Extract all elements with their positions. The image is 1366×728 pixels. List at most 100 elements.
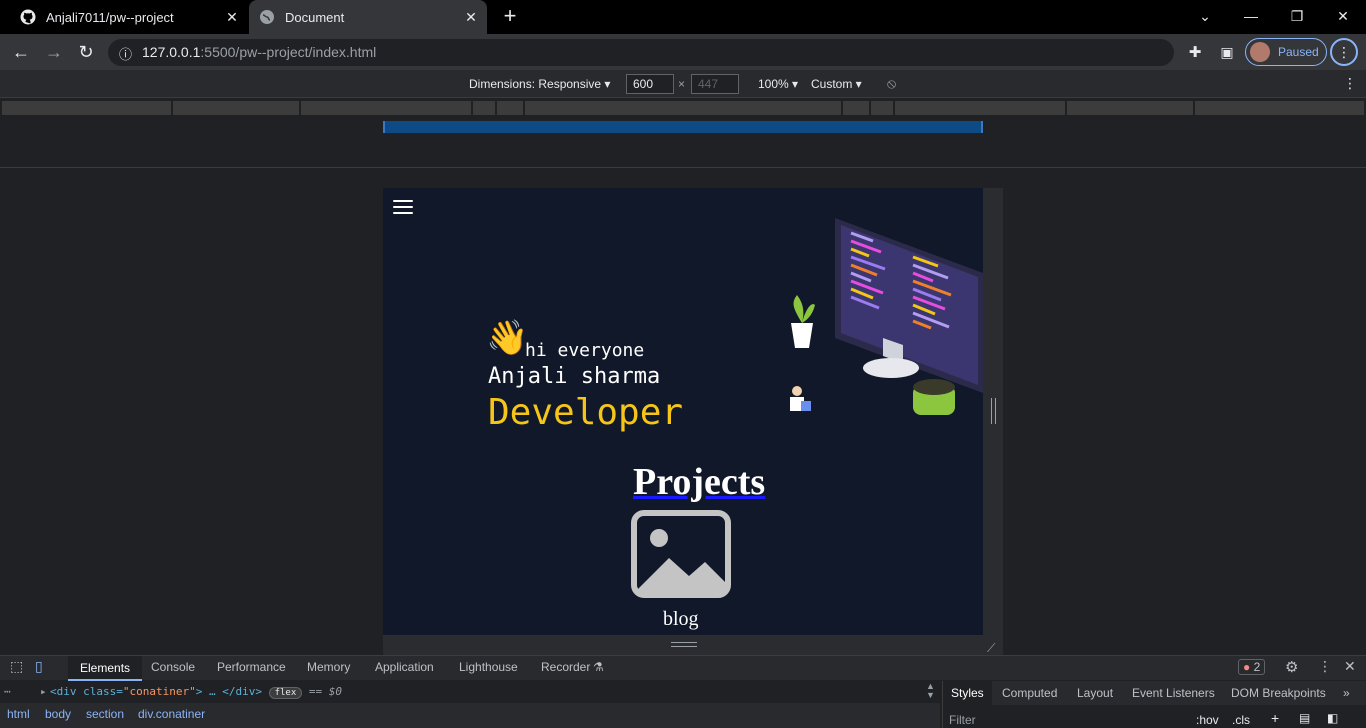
tab-elements[interactable]: Elements <box>68 656 143 681</box>
dimensions-select[interactable]: Dimensions: Responsive ▾ <box>469 77 610 91</box>
throttle-select[interactable]: Custom ▾ <box>811 77 862 91</box>
more-options-icon[interactable]: ⋮ <box>1343 75 1357 92</box>
media-query-segment[interactable] <box>895 101 1065 115</box>
media-query-segment[interactable] <box>871 101 893 115</box>
print-media-icon[interactable]: ▤ <box>1299 711 1310 725</box>
site-info-icon[interactable]: ⓘ <box>119 44 132 63</box>
url-text: 127.0.0.1:5500/pw--project/index.html <box>142 44 376 60</box>
tab-github[interactable]: Anjali7011/pw--project ✕ <box>0 0 248 34</box>
media-query-segment[interactable] <box>525 101 841 115</box>
tab-event-listeners[interactable]: Event Listeners <box>1132 686 1215 700</box>
media-query-segment[interactable] <box>473 101 495 115</box>
side-panel-icon[interactable]: ▣ <box>1213 38 1241 66</box>
scroll-arrows-icon[interactable]: ▲ ▼ <box>926 682 935 700</box>
tab-computed[interactable]: Computed <box>1002 686 1057 700</box>
ellipsis-icon[interactable]: ⋯ <box>4 685 11 698</box>
tab-styles[interactable]: Styles <box>943 681 992 705</box>
inspect-icon[interactable]: ⬚ <box>10 658 23 675</box>
tab-lighthouse[interactable]: Lighthouse <box>459 660 518 674</box>
close-devtools-icon[interactable]: ✕ <box>1344 658 1356 675</box>
tab-document[interactable]: Document ✕ <box>249 0 487 34</box>
globe-icon <box>259 9 275 25</box>
styles-filter-row: Filter :hov .cls + ▤ ◧ <box>942 705 1366 728</box>
close-window-button[interactable]: ✕ <box>1320 0 1366 32</box>
filter-input[interactable]: Filter <box>949 713 976 727</box>
flex-badge[interactable]: flex <box>268 687 303 699</box>
dom-tree-selected-line[interactable]: ⋯ ▸ <div class="conatiner"> … </div> fle… <box>0 681 940 703</box>
zoom-select[interactable]: 100% ▾ <box>758 77 798 91</box>
avatar <box>1250 42 1270 62</box>
url-path: :5500/pw--project/index.html <box>200 44 377 60</box>
forward-icon[interactable]: → <box>40 38 68 66</box>
tab-memory[interactable]: Memory <box>307 660 350 674</box>
media-query-segment[interactable] <box>2 101 171 115</box>
media-query-highlight[interactable] <box>383 121 983 133</box>
sidebar-toggle-icon[interactable]: ◧ <box>1327 711 1338 725</box>
wave-emoji: 👋 <box>486 319 529 357</box>
media-query-segment[interactable] <box>301 101 471 115</box>
tab-application[interactable]: Application <box>375 660 434 674</box>
tab-dom-breakpoints[interactable]: DOM Breakpoints <box>1231 686 1326 700</box>
close-tab-icon[interactable]: ✕ <box>463 9 479 25</box>
minimize-button[interactable]: — <box>1228 0 1274 32</box>
blog-label[interactable]: blog <box>663 608 699 631</box>
image-placeholder-icon[interactable] <box>631 510 731 598</box>
hamburger-menu-icon[interactable] <box>393 200 413 216</box>
flask-icon: ⚗ <box>593 660 604 674</box>
breadcrumb-div[interactable]: div.conatiner <box>138 707 205 721</box>
hov-toggle[interactable]: :hov <box>1196 713 1219 727</box>
dom-class-value: "conatiner" <box>122 685 196 698</box>
breadcrumb-section[interactable]: section <box>86 707 124 721</box>
role-text: Developer <box>488 392 684 433</box>
close-tab-icon[interactable]: ✕ <box>224 9 240 25</box>
cls-toggle[interactable]: .cls <box>1232 713 1250 727</box>
menu-kebab-icon[interactable]: ⋮ <box>1330 38 1358 66</box>
expand-arrow-icon[interactable]: ▸ <box>40 685 47 698</box>
dom-tag-close: > … </div> <box>195 685 262 698</box>
tab-recorder[interactable]: Recorder <box>541 660 590 674</box>
media-query-segment[interactable] <box>497 101 523 115</box>
devtools-menu-icon[interactable]: ⋮ <box>1318 658 1332 675</box>
media-query-segment[interactable] <box>173 101 299 115</box>
profile-label: Paused <box>1278 45 1319 59</box>
media-query-bar <box>0 99 1366 117</box>
tab-performance[interactable]: Performance <box>217 660 286 674</box>
tab-search-icon[interactable]: ⌄ <box>1182 0 1228 32</box>
resize-handle-right[interactable] <box>983 188 1003 635</box>
dom-selected-marker: == $0 <box>308 685 343 698</box>
restore-button[interactable]: ❐ <box>1274 0 1320 32</box>
new-tab-button[interactable]: + <box>498 5 522 29</box>
projects-heading[interactable]: Projects <box>633 460 765 504</box>
height-input[interactable]: 447 <box>691 74 739 94</box>
back-icon[interactable]: ← <box>7 38 35 66</box>
more-tabs-icon[interactable]: » <box>1343 686 1350 700</box>
resize-handle-bottom[interactable]: ⟋ <box>383 635 1003 655</box>
media-query-segment[interactable] <box>1195 101 1364 115</box>
settings-gear-icon[interactable]: ⚙ <box>1285 658 1298 676</box>
address-bar[interactable]: ⓘ 127.0.0.1:5500/pw--project/index.html <box>108 39 1174 66</box>
breadcrumb: html body section div.conatiner <box>0 703 940 728</box>
breadcrumb-html[interactable]: html <box>7 707 30 721</box>
reload-icon[interactable]: ↻ <box>72 38 100 66</box>
extensions-icon[interactable]: ✚ <box>1181 38 1209 66</box>
media-query-segment[interactable] <box>1067 101 1193 115</box>
resize-corner-icon[interactable]: ⟋ <box>987 641 995 656</box>
developer-illustration <box>790 218 983 415</box>
breadcrumb-body[interactable]: body <box>45 707 71 721</box>
media-query-segment[interactable] <box>843 101 869 115</box>
add-rule-icon[interactable]: + <box>1271 710 1279 726</box>
throttle-label: Custom <box>811 77 853 91</box>
greeting-text: hi everyone <box>525 340 645 361</box>
tab-console[interactable]: Console <box>151 660 195 674</box>
error-count: 2 <box>1253 660 1261 674</box>
tab-layout[interactable]: Layout <box>1077 686 1113 700</box>
device-toggle-icon[interactable]: ▯ <box>35 658 43 675</box>
error-badge[interactable]: ● 2 <box>1238 659 1266 675</box>
zoom-label: 100% <box>758 77 789 91</box>
dimension-separator: × <box>678 77 686 91</box>
width-input[interactable]: 600 <box>626 74 674 94</box>
rotate-icon[interactable]: ⦸ <box>887 75 896 92</box>
devtools-tabbar: ⬚ ▯ Elements Console Performance Memory … <box>0 655 1366 681</box>
profile-button[interactable]: Paused <box>1245 38 1327 66</box>
page-viewport: 👋 hi everyone Anjali sharma Developer Pr… <box>383 188 983 635</box>
